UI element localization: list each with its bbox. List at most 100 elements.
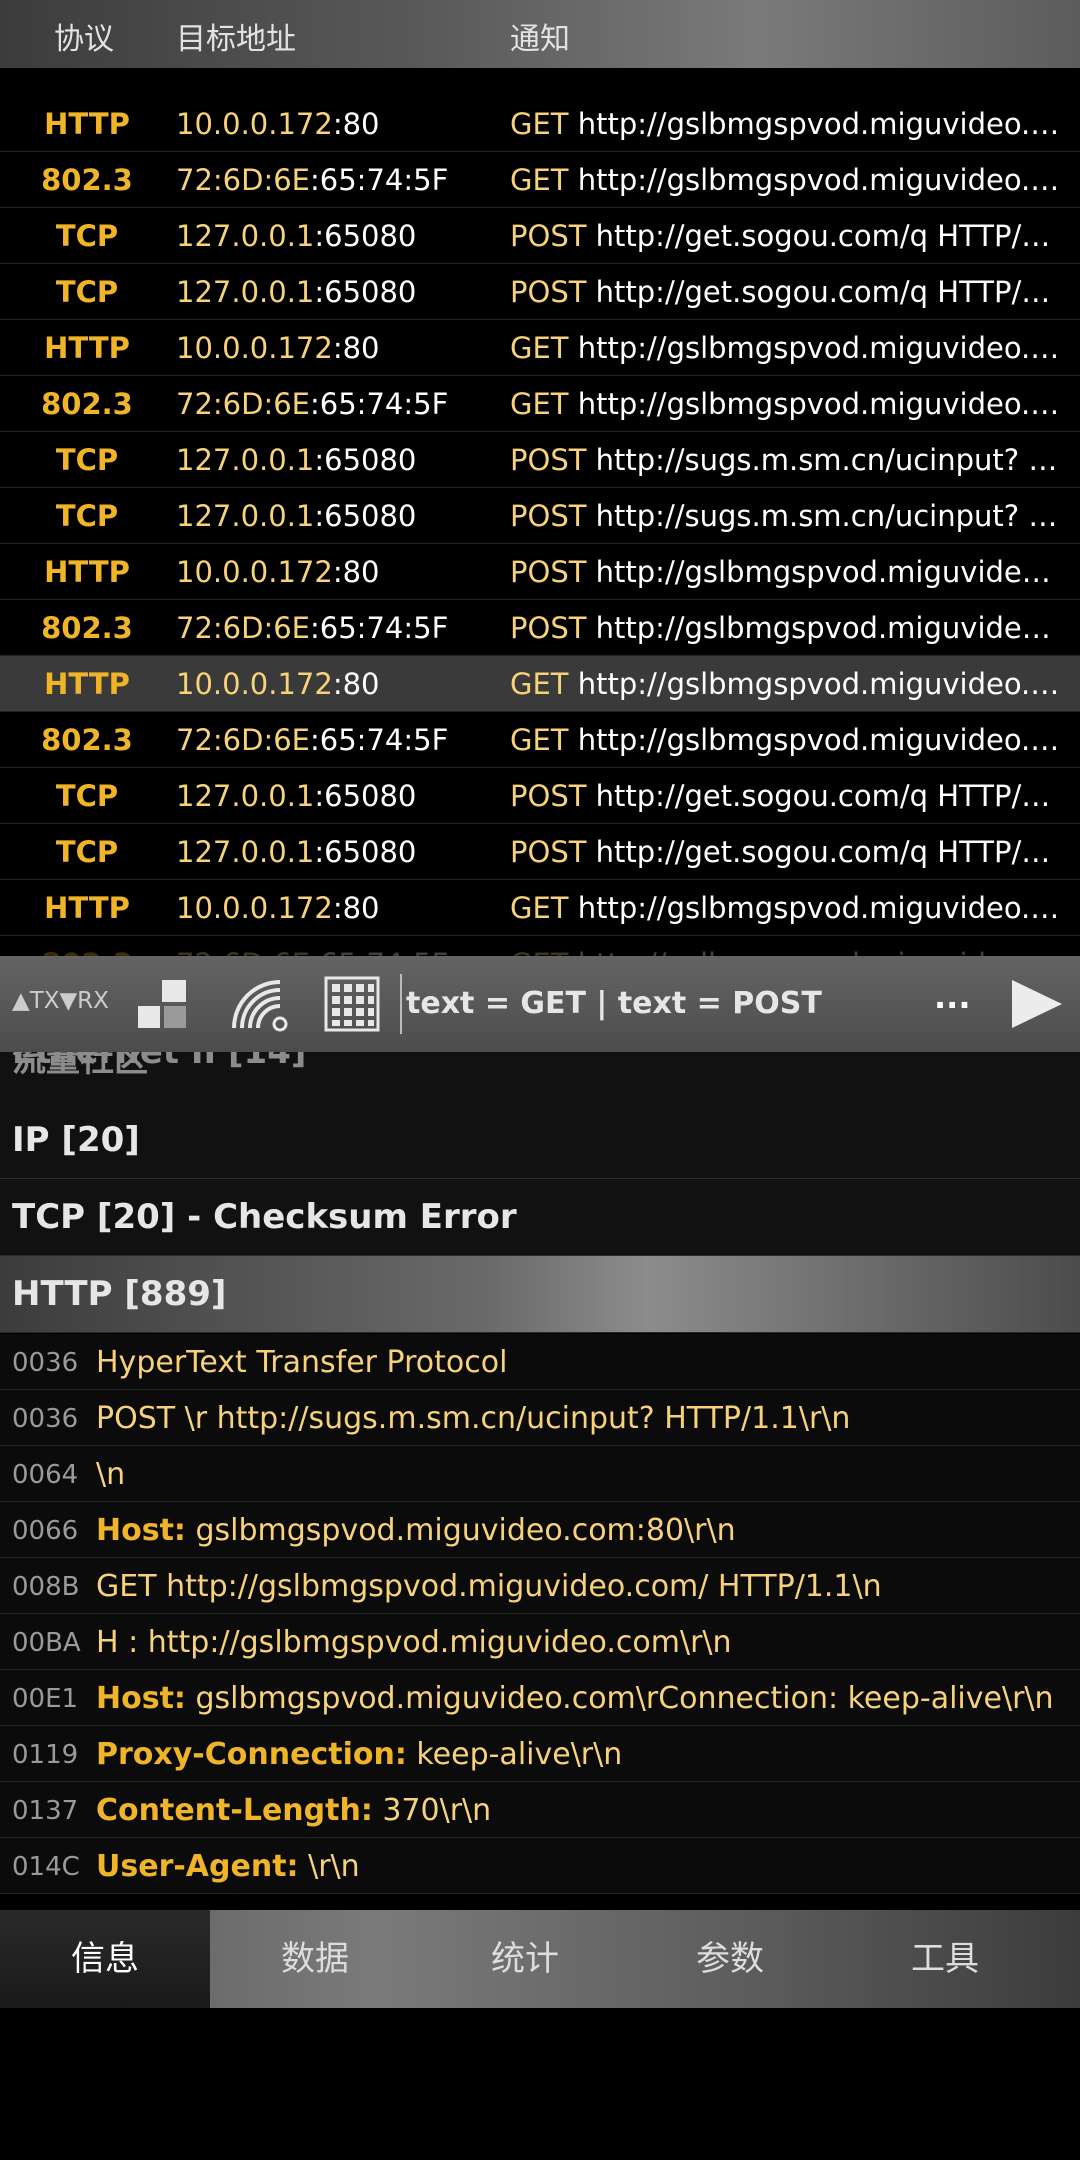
packet-address-host: 10.0.0.172 xyxy=(176,555,333,589)
packet-row[interactable]: HTTP 10.0.0.172:80 GET http://gslbmgspvod.… xyxy=(0,320,1080,376)
packet-row[interactable]: 802.3 72:6D:6E:65:74:5F GET http://gslbmgs… xyxy=(0,152,1080,208)
field-offset: 0137 xyxy=(12,1796,79,1826)
packet-notice: GET http://gslbmgspvod.miguvideo.com/ HT… xyxy=(510,331,1066,365)
packet-notice: GET http://gslbmgspvod.miguvideo.com/ HT… xyxy=(510,107,1066,141)
tab-info[interactable]: 信息 xyxy=(0,1910,210,2008)
blocks-icon[interactable] xyxy=(136,976,192,1032)
packet-address: 127.0.0.1:65080 xyxy=(176,443,416,477)
packet-row[interactable]: 802.3 72:6D:6E:65:74:5F POST http://gslbmg… xyxy=(0,600,1080,656)
packet-row[interactable]: TCP 127.0.0.1:65080 POST http://get.sogou.… xyxy=(0,824,1080,880)
filter-input[interactable]: text = GET | text = POST xyxy=(400,974,926,1034)
packet-address-host: 72:6D:6E xyxy=(176,163,310,197)
packet-row[interactable]: 802.372:6D:6E:65:74:5FGET http://gslbmgs… xyxy=(0,936,1080,956)
packet-url: http://gslbmgspvod.miguvideo.com/ HTTP/1… xyxy=(577,163,1066,197)
packet-protocol: TCP xyxy=(55,275,119,309)
field-text: Host: gslbmgspvod.miguvideo.com:80\r\n xyxy=(96,1513,736,1548)
packet-address-port: :65:74:5F xyxy=(310,387,449,421)
packet-list[interactable]: HTTP 10.0.0.172:80 GET http://gslbmgspvod.… xyxy=(0,96,1080,956)
http-field-row[interactable]: 014C User-Agent: \r\n xyxy=(0,1838,1080,1894)
packet-address-port: :80 xyxy=(332,667,380,701)
packet-protocol: HTTP xyxy=(44,891,130,925)
field-key: User-Agent: xyxy=(96,1849,299,1884)
packet-row[interactable]: HTTP 10.0.0.172:80 POST http://gslbmgspvod… xyxy=(0,544,1080,600)
field-text: Content-Length: 370\r\n xyxy=(96,1793,491,1828)
layer-ethernet[interactable]: Ethernet II [14] 流量社区 xyxy=(0,1052,1080,1103)
packet-row[interactable]: 802.372:6D:6E:65:74:5FGET http://gslbmgs… xyxy=(0,712,1080,768)
packet-row[interactable]: 802.372:6D:6E:65:74:5FGET http://gslbmgs… xyxy=(0,376,1080,432)
packet-method: POST xyxy=(510,275,587,309)
column-protocol[interactable]: 协议 xyxy=(54,14,114,58)
http-field-row[interactable]: 008B GET http://gslbmgspvod.miguvideo.com… xyxy=(0,1558,1080,1614)
http-field-row[interactable]: 0064 \n xyxy=(0,1446,1080,1502)
layer-tcp-label: TCP [20] - Checksum Error xyxy=(12,1197,517,1237)
packet-method: POST xyxy=(510,835,587,869)
field-text: User-Agent: \r\n xyxy=(96,1849,360,1884)
field-text: HyperText Transfer Protocol xyxy=(96,1345,507,1380)
packet-address: 72:6D:6E:65:74:5F xyxy=(176,723,448,757)
packet-protocol: HTTP xyxy=(44,555,130,589)
packet-address-port: :65080 xyxy=(314,443,417,477)
more-button[interactable]: ... xyxy=(934,978,970,1016)
packet-url: http://gslbmgspvod.miguvideo.com/ HTTP/1… xyxy=(577,723,1066,757)
packet-row[interactable]: TCP 127.0.0.1:65080 POST http://get.sogou.… xyxy=(0,264,1080,320)
packet-notice: POST http://get.sogou.com/q HTTP/1.1 xyxy=(510,835,1066,869)
http-field-row[interactable]: 00E1 Host: gslbmgspvod.miguvideo.com\rCon… xyxy=(0,1670,1080,1726)
packet-url: http://get.sogou.com/q HTTP/1.1 xyxy=(595,835,1066,869)
field-value: GET http://gslbmgspvod.miguvideo.com/ HT… xyxy=(96,1569,882,1604)
packet-method: POST xyxy=(510,611,587,645)
packet-address: 10.0.0.172:80 xyxy=(176,555,379,589)
field-value: \r\n xyxy=(298,1849,360,1884)
play-icon[interactable] xyxy=(1008,978,1064,1034)
layer-http[interactable]: HTTP [889] xyxy=(0,1256,1080,1333)
packet-row[interactable]: TCP 127.0.0.1:65080 POST http://get.sogou.… xyxy=(0,768,1080,824)
packet-method: POST xyxy=(510,499,587,533)
tab-stats[interactable]: 统计 xyxy=(420,1910,630,2008)
packet-row[interactable]: TCP 127.0.0.1:65080 POST http://get.sogou.… xyxy=(0,208,1080,264)
grid-icon[interactable] xyxy=(324,976,380,1032)
packet-address-port: :65080 xyxy=(314,499,417,533)
packet-address-host: 127.0.0.1 xyxy=(176,219,315,253)
packet-notice: POST http://sugs.m.sm.cn/ucinput? HTTP/1… xyxy=(510,443,1066,477)
tab-tools[interactable]: 工具 xyxy=(830,1910,1060,2008)
http-field-row[interactable]: 0066 Host: gslbmgspvod.miguvideo.com:80\r… xyxy=(0,1502,1080,1558)
packet-row[interactable]: HTTP 10.0.0.172:80 GET http://gslbmgspvod.… xyxy=(0,880,1080,936)
packet-address-port: :65:74:5F xyxy=(310,163,449,197)
packet-row[interactable]: HTTP 10.0.0.172:80 GET http://gslbmgspvod.… xyxy=(0,656,1080,712)
packet-method: POST xyxy=(510,779,587,813)
tab-data[interactable]: 数据 xyxy=(210,1910,420,2008)
packet-url: http://get.sogou.com/q HTTP/1.1 xyxy=(595,779,1066,813)
packet-detail-pane: Ethernet II [14] 流量社区 IP [20] TCP [20] -… xyxy=(0,1052,1080,1910)
field-key: Proxy-Connection: xyxy=(96,1737,407,1772)
http-field-row[interactable]: 0137 Content-Length: 370\r\n xyxy=(0,1782,1080,1838)
field-offset: 008B xyxy=(12,1572,80,1602)
packet-row[interactable]: TCP 127.0.0.1:65080 POST http://sugs.m.sm.… xyxy=(0,432,1080,488)
packet-method: GET xyxy=(510,163,569,197)
packet-address-host: 127.0.0.1 xyxy=(176,443,315,477)
http-field-row[interactable]: 00BA H : http://gslbmgspvod.miguvideo.com… xyxy=(0,1614,1080,1670)
packet-address-host: 127.0.0.1 xyxy=(176,499,315,533)
http-field-row[interactable]: 0119 Proxy-Connection: keep-alive\r\n xyxy=(0,1726,1080,1782)
packet-address-host: 72:6D:6E xyxy=(176,723,310,757)
layer-ip[interactable]: IP [20] xyxy=(0,1102,1080,1179)
txrx-toggle[interactable]: ▲TX▼RX xyxy=(12,988,109,1014)
tab-params[interactable]: 参数 xyxy=(630,1910,830,2008)
packet-address: 127.0.0.1:65080 xyxy=(176,779,416,813)
packet-protocol: TCP xyxy=(55,219,119,253)
packet-row[interactable]: HTTP 10.0.0.172:80 GET http://gslbmgspvod.… xyxy=(0,96,1080,152)
field-text: GET http://gslbmgspvod.miguvideo.com/ HT… xyxy=(96,1569,882,1604)
column-notice[interactable]: 通知 xyxy=(510,14,570,58)
packet-notice: GET http://gslbmgspvod.miguvideo.com/ HT… xyxy=(510,891,1066,925)
packet-url: http://gslbmgspvod.miguvideo.com/ HTTP/1… xyxy=(595,555,1066,589)
http-field-row[interactable]: 0036 HyperText Transfer Protocol xyxy=(0,1334,1080,1390)
column-destination[interactable]: 目标地址 xyxy=(176,14,296,58)
packet-protocol: HTTP xyxy=(44,667,130,701)
packet-notice: POST http://gslbmgspvod.miguvideo.com/ H… xyxy=(510,611,1066,645)
packet-address: 127.0.0.1:65080 xyxy=(176,835,416,869)
packet-protocol: HTTP xyxy=(44,107,130,141)
wifi-signal-icon[interactable] xyxy=(228,976,288,1032)
layer-tcp[interactable]: TCP [20] - Checksum Error xyxy=(0,1179,1080,1256)
packet-protocol: 802.3 xyxy=(41,163,133,197)
packet-row[interactable]: TCP 127.0.0.1:65080 POST http://sugs.m.sm.… xyxy=(0,488,1080,544)
packet-url: http://gslbmgspvod.miguvideo.com/ HTTP/1… xyxy=(578,947,1066,956)
http-field-row[interactable]: 0036 POST \r http://sugs.m.sm.cn/ucinput?… xyxy=(0,1390,1080,1446)
